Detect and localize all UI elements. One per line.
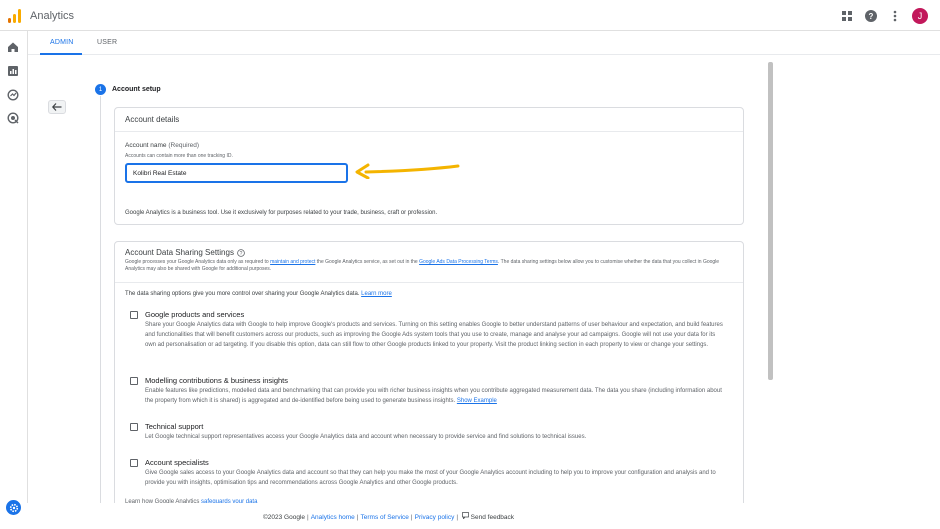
copyright-text: ©2023 Google [263, 514, 306, 521]
maintain-protect-link[interactable]: maintain and protect [270, 259, 315, 265]
option-title: Modelling contributions & business insig… [145, 376, 288, 385]
top-app-bar: Analytics ? J [0, 0, 940, 31]
account-name-input[interactable]: Kolibri Real Estate [125, 163, 348, 183]
apps-grid-icon[interactable] [840, 9, 854, 23]
business-tool-note: Google Analytics is a business tool. Use… [125, 210, 438, 216]
gear-icon [9, 503, 18, 512]
option-description: Enable features like predictions, modell… [145, 386, 725, 406]
account-name-label: Account name (Required) [125, 142, 199, 149]
help-outline-icon[interactable]: ? [237, 248, 245, 257]
modelling-contributions-checkbox[interactable] [130, 377, 138, 385]
option-description: Give Google sales access to your Google … [145, 470, 716, 486]
step-number-badge: 1 [95, 84, 106, 95]
data-sharing-card: Account Data Sharing Settings ? Google p… [114, 241, 744, 511]
account-specialists-checkbox[interactable] [130, 459, 138, 467]
option-description: Share your Google Analytics data with Go… [145, 322, 723, 348]
terms-link[interactable]: Terms of Service [361, 514, 409, 521]
desc-text-1: Google processes your Google Analytics d… [125, 259, 271, 265]
scrollbar-thumb[interactable] [768, 62, 773, 380]
data-sharing-title-text: Account Data Sharing Settings [125, 248, 234, 257]
step-title: Account setup [112, 86, 161, 93]
back-button[interactable] [48, 100, 66, 114]
send-feedback-link[interactable]: Send feedback [471, 514, 514, 521]
account-details-title: Account details [125, 115, 180, 124]
data-sharing-title: Account Data Sharing Settings ? [125, 248, 245, 257]
technical-support-checkbox[interactable] [130, 423, 138, 431]
feedback-icon[interactable] [462, 512, 469, 521]
analytics-home-link[interactable]: Analytics home [311, 514, 355, 521]
annotation-arrow-icon [355, 163, 460, 179]
desc-text-2: the Google Analytics service, as set out… [315, 259, 420, 265]
active-tab-indicator [40, 53, 82, 55]
home-icon[interactable] [7, 40, 21, 54]
option-title: Google products and services [145, 310, 245, 319]
tab-user[interactable]: USER [97, 39, 117, 46]
option-title: Technical support [145, 422, 204, 431]
divider [115, 282, 743, 283]
app-title: Analytics [30, 10, 75, 22]
explore-icon[interactable] [7, 88, 21, 102]
data-processing-terms-link[interactable]: Google Ads Data Processing Terms [419, 259, 498, 265]
google-products-checkbox[interactable] [130, 311, 138, 319]
learn-more-link[interactable]: Learn more [361, 291, 392, 297]
option-description: Let Google technical support representat… [145, 434, 587, 440]
privacy-link[interactable]: Privacy policy [415, 514, 455, 521]
help-icon[interactable]: ? [864, 9, 878, 23]
footer: ©2023 Google | Analytics home | Terms of Ser… [0, 503, 940, 529]
advertising-icon[interactable] [7, 111, 21, 125]
left-nav-rail [0, 31, 28, 529]
footer-links: ©2023 Google | Analytics home | Terms of Ser… [263, 512, 515, 521]
tab-admin[interactable]: ADMIN [50, 39, 74, 46]
data-sharing-description: Google processes your Google Analytics d… [125, 259, 737, 273]
admin-tabs: ADMIN USER [28, 31, 940, 55]
option-description-text: Enable features like predictions, modell… [145, 388, 722, 404]
more-vert-icon[interactable] [888, 9, 902, 23]
divider [115, 131, 743, 132]
arrow-back-icon [52, 103, 62, 111]
account-name-label-text: Account name [125, 142, 167, 149]
avatar[interactable]: J [912, 8, 928, 24]
account-name-hint: Accounts can contain more than one track… [125, 153, 233, 159]
sharing-intro-text: The data sharing options give you more c… [125, 291, 362, 297]
required-indicator: (Required) [168, 142, 200, 149]
svg-text:?: ? [240, 251, 243, 257]
show-example-link[interactable]: Show Example [457, 398, 497, 404]
stepper-line [100, 96, 101, 506]
reports-icon[interactable] [7, 64, 21, 78]
svg-text:?: ? [869, 12, 874, 21]
analytics-logo-icon[interactable] [8, 9, 21, 23]
option-title: Account specialists [145, 458, 209, 467]
sharing-intro: The data sharing options give you more c… [125, 291, 392, 297]
admin-settings-button[interactable] [6, 500, 21, 515]
